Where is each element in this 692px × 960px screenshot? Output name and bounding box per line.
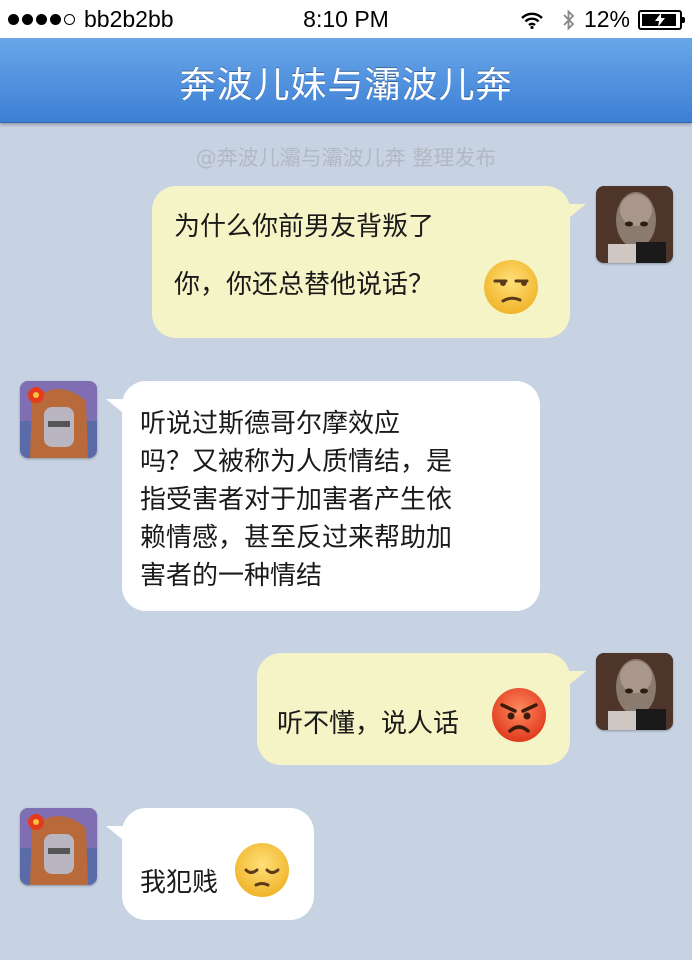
message-text: 听不懂，说人话 (277, 709, 460, 739)
message-bubble-incoming[interactable]: 我犯贱 (106, 808, 314, 920)
message-text: 害者的一种情结 (140, 561, 323, 591)
message-bubble-outgoing[interactable]: 为什么你前男友背叛了 你，你还总替他说话？ (152, 186, 586, 338)
message-bubble-outgoing[interactable]: 听不懂，说人话 (257, 653, 586, 765)
nav-bar: 奔波儿妹与灞波儿奔 (0, 38, 692, 123)
angry-face-icon (491, 687, 547, 754)
watermark-text: @奔波儿灞与灞波儿奔 整理发布 (195, 146, 497, 170)
status-bar: bb2b2bb 8:10 PM 12% (0, 0, 692, 38)
unamused-face-icon (483, 259, 539, 326)
message-text: 你，你还总替他说话？ (174, 270, 435, 300)
message-text: 听说过斯德哥尔摩效应 (140, 409, 401, 439)
avatar-left[interactable] (20, 808, 97, 885)
message-text: 我犯贱 (140, 868, 219, 898)
battery-icon (638, 9, 685, 30)
avatar-left[interactable] (20, 381, 97, 458)
message-text: 吗？又被称为人质情结，是 (140, 447, 453, 477)
pensive-face-icon (234, 842, 290, 909)
avatar-right[interactable] (596, 186, 673, 263)
message-bubble-incoming[interactable]: 听说过斯德哥尔摩效应 吗？又被称为人质情结，是 指受害者对于加害者产生依 赖情感… (106, 381, 540, 611)
bluetooth-icon (562, 8, 576, 31)
avatar-right[interactable] (596, 653, 673, 730)
wifi-icon (520, 11, 544, 29)
status-right: 12% (520, 6, 685, 33)
message-text: 为什么你前男友背叛了 (174, 212, 435, 242)
battery-percent: 12% (583, 6, 630, 32)
page-title: 奔波儿妹与灞波儿奔 (179, 65, 513, 106)
message-text: 赖情感，甚至反过来帮助加 (140, 523, 453, 553)
message-text: 指受害者对于加害者产生依 (140, 485, 453, 515)
